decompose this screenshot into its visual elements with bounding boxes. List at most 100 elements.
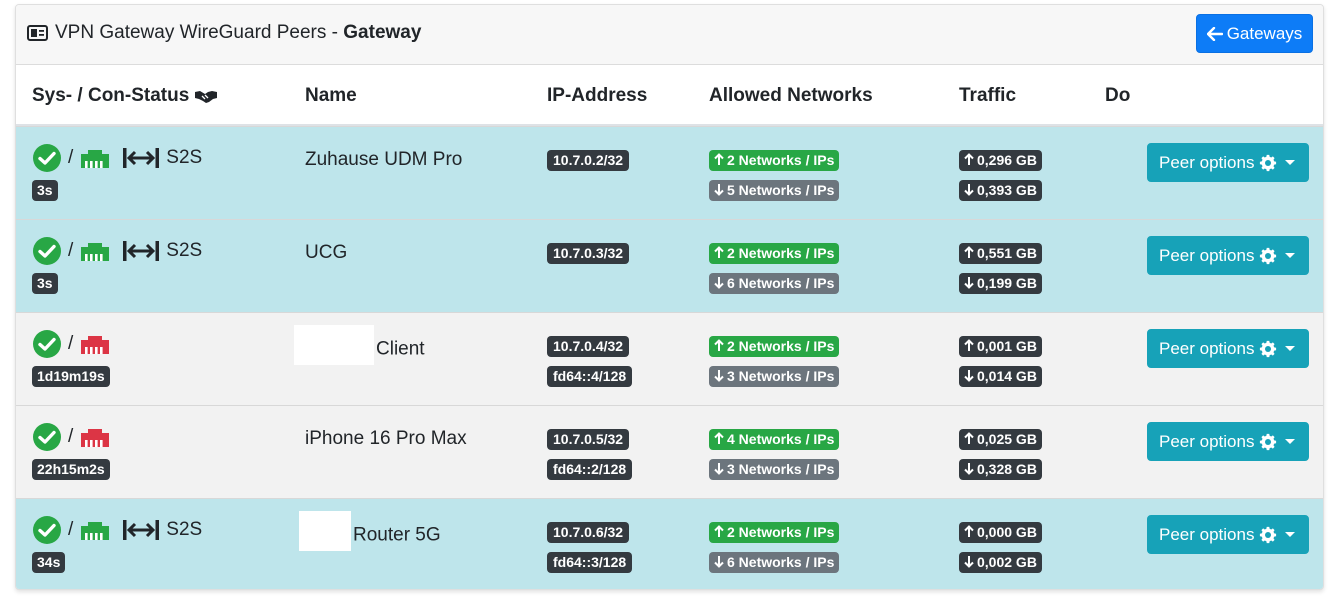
- traffic-up-badge: 0,025 GB: [959, 429, 1042, 450]
- allowed-networks-down-badge[interactable]: 3 Networks / IPs: [709, 366, 840, 387]
- arrow-down-icon: [714, 368, 727, 384]
- card-header: VPN Gateway WireGuard Peers - Gateway Ga…: [16, 5, 1323, 65]
- arrow-up-icon: [964, 524, 977, 540]
- status-separator: /: [68, 519, 74, 540]
- status-separator: /: [68, 333, 74, 354]
- arrow-up-icon: [714, 431, 727, 447]
- peer-name: Router 5G: [299, 511, 441, 551]
- system-ok-icon: [32, 143, 62, 173]
- arrow-down-icon: [964, 275, 977, 291]
- peer-options-label: Peer options: [1159, 152, 1255, 172]
- traffic-up-badge: 0,000 GB: [959, 522, 1042, 543]
- system-ok-icon: [32, 422, 62, 452]
- column-header-traffic: Traffic: [959, 85, 1017, 106]
- gear-icon: [1259, 526, 1277, 544]
- redacted-name-part: [299, 511, 351, 551]
- traffic-down-badge: 0,199 GB: [959, 273, 1042, 294]
- peer-name-label: Router 5G: [353, 524, 441, 546]
- column-header-name: Name: [305, 85, 357, 106]
- network-connected-icon: [79, 519, 111, 541]
- allowed-networks-down-badge[interactable]: 6 Networks / IPs: [709, 273, 840, 294]
- allowed-networks-down-badge[interactable]: 5 Networks / IPs: [709, 180, 840, 201]
- peer-type: S2S: [166, 240, 203, 261]
- status-separator: /: [68, 426, 74, 447]
- allowed-networks-down-badge[interactable]: 3 Networks / IPs: [709, 459, 840, 480]
- peer-options-label: Peer options: [1159, 524, 1255, 544]
- arrow-left-icon: [1206, 26, 1223, 41]
- caret-down-icon: [1285, 160, 1296, 165]
- system-ok-icon: [32, 236, 62, 266]
- status-line: / S2S: [32, 236, 202, 266]
- caret-down-icon: [1285, 253, 1296, 258]
- status-line: / S2S: [32, 515, 202, 545]
- table-row: / 22h15m2s iPhone 16 Pro Max 10.7.0.5/32 fd6…: [16, 405, 1323, 498]
- traffic-down-badge: 0,328 GB: [959, 459, 1042, 480]
- gateways-button[interactable]: Gateways: [1196, 14, 1313, 53]
- peer-options-label: Peer options: [1159, 431, 1255, 451]
- allowed-networks-down-badge[interactable]: 6 Networks / IPs: [709, 552, 840, 573]
- peer-type: S2S: [166, 519, 203, 540]
- table-row: / S2S34s Router 5G 10.7.0.6/32fd64::3/128 2 …: [16, 498, 1323, 589]
- ip-address-badge: fd64::4/128: [547, 366, 633, 387]
- ip-address-badge: 10.7.0.4/32: [547, 336, 630, 357]
- arrow-up-icon: [964, 245, 977, 261]
- peer-options-label: Peer options: [1159, 245, 1255, 265]
- arrow-up-icon: [964, 152, 977, 168]
- arrow-up-icon: [714, 245, 727, 261]
- caret-down-icon: [1285, 532, 1296, 537]
- arrow-down-icon: [964, 182, 977, 198]
- arrow-down-icon: [964, 368, 977, 384]
- column-header-do: Do: [1105, 85, 1131, 106]
- network-disconnected-icon: [79, 333, 111, 355]
- peer-options-button[interactable]: Peer options: [1147, 143, 1309, 182]
- page-title-gateway: Gateway: [343, 22, 422, 43]
- last-handshake-badge: 22h15m2s: [32, 459, 110, 480]
- arrow-up-icon: [964, 431, 977, 447]
- system-ok-icon: [32, 329, 62, 359]
- allowed-networks-up-badge[interactable]: 2 Networks / IPs: [709, 336, 840, 357]
- site-to-site-icon: [122, 147, 160, 169]
- arrow-down-icon: [714, 182, 727, 198]
- peer-name-label: UCG: [305, 242, 348, 263]
- page-title: VPN Gateway WireGuard Peers - Gateway: [27, 22, 421, 44]
- arrow-up-icon: [964, 338, 977, 354]
- arrow-down-icon: [964, 461, 977, 477]
- last-handshake-badge: 1d19m19s: [32, 366, 110, 387]
- traffic-down-badge: 0,014 GB: [959, 366, 1042, 387]
- last-handshake-badge: 34s: [32, 552, 66, 573]
- peer-options-button[interactable]: Peer options: [1147, 515, 1309, 554]
- allowed-networks-up-badge[interactable]: 2 Networks / IPs: [709, 243, 840, 264]
- network-connected-icon: [79, 147, 111, 169]
- system-ok-icon: [32, 515, 62, 545]
- peer-options-button[interactable]: Peer options: [1147, 329, 1309, 368]
- ip-address-badge: 10.7.0.6/32: [547, 522, 630, 543]
- last-handshake-badge: 3s: [32, 180, 58, 201]
- status-separator: /: [68, 147, 74, 168]
- peer-name-label: iPhone 16 Pro Max: [305, 428, 467, 449]
- peer-options-button[interactable]: Peer options: [1147, 422, 1309, 461]
- allowed-networks-up-badge[interactable]: 2 Networks / IPs: [709, 522, 840, 543]
- traffic-down-badge: 0,002 GB: [959, 552, 1042, 573]
- table-header: Sys- / Con-Status Name IP-Address Allowe…: [16, 65, 1323, 126]
- gateways-button-label: Gateways: [1226, 23, 1303, 43]
- ip-address-badge: fd64::3/128: [547, 552, 633, 573]
- network-disconnected-icon: [79, 426, 111, 448]
- peer-options-label: Peer options: [1159, 338, 1255, 358]
- site-to-site-icon: [122, 519, 160, 541]
- arrow-down-icon: [714, 554, 727, 570]
- site-to-site-icon: [122, 240, 160, 262]
- column-header-ip: IP-Address: [547, 85, 648, 106]
- allowed-networks-up-badge[interactable]: 2 Networks / IPs: [709, 150, 840, 171]
- table-row: /1d19m19s Client 10.7.0.4/32 fd64::4/128 2 N…: [16, 312, 1323, 405]
- status-line: / S2S: [32, 143, 202, 173]
- peers-card: VPN Gateway WireGuard Peers - Gateway Ga…: [15, 4, 1324, 590]
- page-title-prefix: VPN Gateway WireGuard Peers -: [55, 22, 344, 43]
- peer-options-button[interactable]: Peer options: [1147, 236, 1309, 275]
- last-handshake-badge: 3s: [32, 273, 58, 294]
- peer-name: iPhone 16 Pro Max: [305, 428, 467, 450]
- arrow-up-icon: [714, 338, 727, 354]
- gear-icon: [1259, 340, 1277, 358]
- id-card-icon: [27, 25, 48, 41]
- redacted-name-part: [294, 325, 374, 365]
- allowed-networks-up-badge[interactable]: 4 Networks / IPs: [709, 429, 840, 450]
